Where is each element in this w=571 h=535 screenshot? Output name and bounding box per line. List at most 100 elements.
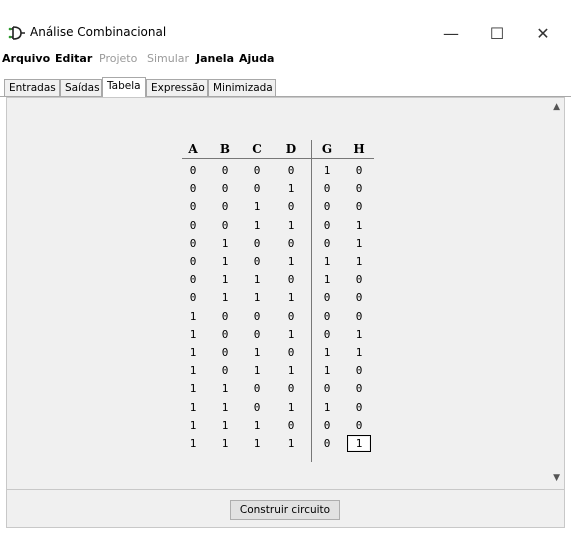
output-cell[interactable]: 1 [349, 328, 369, 341]
menu-projeto[interactable]: Projeto [99, 52, 137, 65]
input-cell: 1 [253, 437, 261, 450]
output-cell[interactable]: 0 [349, 291, 369, 304]
input-cell: 0 [189, 164, 197, 177]
input-cell: 1 [221, 273, 229, 287]
input-cell: 0 [189, 236, 197, 250]
column-header-d: D [285, 142, 297, 156]
tab-expressao[interactable]: Expressão [146, 79, 208, 96]
output-cell[interactable]: 0 [349, 182, 369, 195]
menu-janela[interactable]: Janela [196, 52, 234, 65]
truth-table: ABCDGH0000100001000010000011010100010101… [7, 98, 564, 489]
input-cell: 1 [189, 437, 197, 450]
output-cell[interactable]: 0 [349, 419, 369, 432]
tab-minimizada[interactable]: Minimizada [208, 79, 276, 96]
input-cell: 0 [253, 400, 261, 414]
input-cell: 0 [287, 273, 295, 287]
output-cell[interactable]: 0 [317, 328, 337, 341]
close-button[interactable]: ✕ [520, 18, 566, 48]
output-cell[interactable]: 0 [349, 401, 369, 414]
output-cell[interactable]: 1 [317, 255, 337, 268]
column-header-a: A [188, 142, 198, 156]
truth-table-panel[interactable]: ▲ ABCDGH00001000010000100000110101000101… [6, 97, 565, 490]
output-cell[interactable]: 1 [349, 255, 369, 268]
output-cell[interactable]: 0 [317, 382, 337, 395]
output-cell[interactable]: 0 [317, 219, 337, 232]
output-cell[interactable]: 0 [317, 419, 337, 432]
input-cell: 0 [221, 327, 229, 341]
maximize-button[interactable]: ☐ [474, 18, 520, 48]
output-cell[interactable]: 1 [349, 237, 369, 250]
output-cell[interactable]: 0 [349, 273, 369, 286]
output-cell[interactable]: 0 [349, 164, 369, 177]
output-cell[interactable]: 1 [349, 219, 369, 232]
input-cell: 0 [253, 182, 261, 196]
input-cell: 0 [287, 346, 295, 359]
input-cell: 0 [287, 164, 295, 177]
button-bar: Construir circuito [6, 490, 565, 528]
input-cell: 1 [287, 327, 295, 341]
output-cell[interactable]: 0 [349, 310, 369, 323]
input-cell: 1 [189, 400, 197, 414]
output-cell[interactable]: 0 [317, 200, 337, 213]
output-cell[interactable]: 0 [317, 291, 337, 304]
tab-tabela[interactable]: Tabela [102, 77, 146, 97]
input-cell: 1 [189, 418, 197, 432]
minimize-icon: — [443, 23, 459, 43]
tab-bar: Entradas Saídas Tabela Expressão Minimiz… [0, 77, 571, 97]
input-cell: 0 [253, 309, 261, 323]
input-cell: 0 [287, 309, 295, 323]
chevron-down-icon[interactable]: ▼ [553, 473, 560, 483]
output-cell[interactable]: 0 [317, 437, 337, 450]
column-header-h: H [353, 142, 365, 156]
output-cell[interactable]: 1 [317, 346, 337, 359]
menu-arquivo[interactable]: Arquivo [2, 52, 50, 65]
logisim-gate-icon [8, 26, 25, 40]
input-cell: 1 [253, 346, 261, 359]
input-cell: 1 [221, 291, 229, 305]
input-cell: 1 [287, 255, 295, 268]
input-cell: 0 [189, 273, 197, 287]
column-header-b: B [219, 142, 231, 156]
output-cell[interactable]: 0 [349, 364, 369, 377]
input-output-divider [311, 140, 312, 462]
output-cell[interactable]: 0 [317, 237, 337, 250]
input-cell: 0 [287, 382, 295, 396]
input-cell: 0 [221, 364, 229, 378]
build-circuit-button[interactable]: Construir circuito [230, 500, 340, 520]
menu-ajuda[interactable]: Ajuda [239, 52, 274, 65]
header-divider [182, 158, 374, 159]
title-bar: Análise Combinacional — ☐ ✕ [0, 0, 571, 48]
menu-simular[interactable]: Simular [147, 52, 189, 65]
window-title: Análise Combinacional [30, 25, 167, 39]
input-cell: 1 [253, 418, 261, 432]
column-header-c: C [252, 142, 262, 156]
input-cell: 0 [221, 346, 229, 359]
input-cell: 1 [287, 291, 295, 305]
output-cell[interactable]: 1 [347, 435, 371, 452]
output-cell[interactable]: 1 [349, 346, 369, 359]
input-cell: 1 [253, 273, 261, 287]
output-cell[interactable]: 1 [317, 273, 337, 286]
input-cell: 1 [221, 382, 229, 396]
input-cell: 0 [287, 236, 295, 250]
output-cell[interactable]: 1 [317, 401, 337, 414]
input-cell: 1 [253, 291, 261, 305]
output-cell[interactable]: 0 [317, 182, 337, 195]
tab-saidas[interactable]: Saídas [60, 79, 102, 96]
input-cell: 0 [221, 200, 229, 214]
output-cell[interactable]: 1 [317, 364, 337, 377]
output-cell[interactable]: 0 [349, 382, 369, 395]
menu-editar[interactable]: Editar [55, 52, 92, 65]
input-cell: 1 [287, 400, 295, 414]
tab-entradas[interactable]: Entradas [4, 79, 60, 96]
input-cell: 0 [189, 218, 197, 232]
input-cell: 1 [253, 364, 261, 378]
input-cell: 1 [221, 236, 229, 250]
output-cell[interactable]: 0 [317, 310, 337, 323]
minimize-button[interactable]: — [428, 18, 474, 48]
input-cell: 1 [189, 364, 197, 378]
output-cell[interactable]: 0 [349, 200, 369, 213]
input-cell: 0 [221, 309, 229, 323]
output-cell[interactable]: 1 [317, 164, 337, 177]
maximize-icon: ☐ [489, 23, 505, 43]
